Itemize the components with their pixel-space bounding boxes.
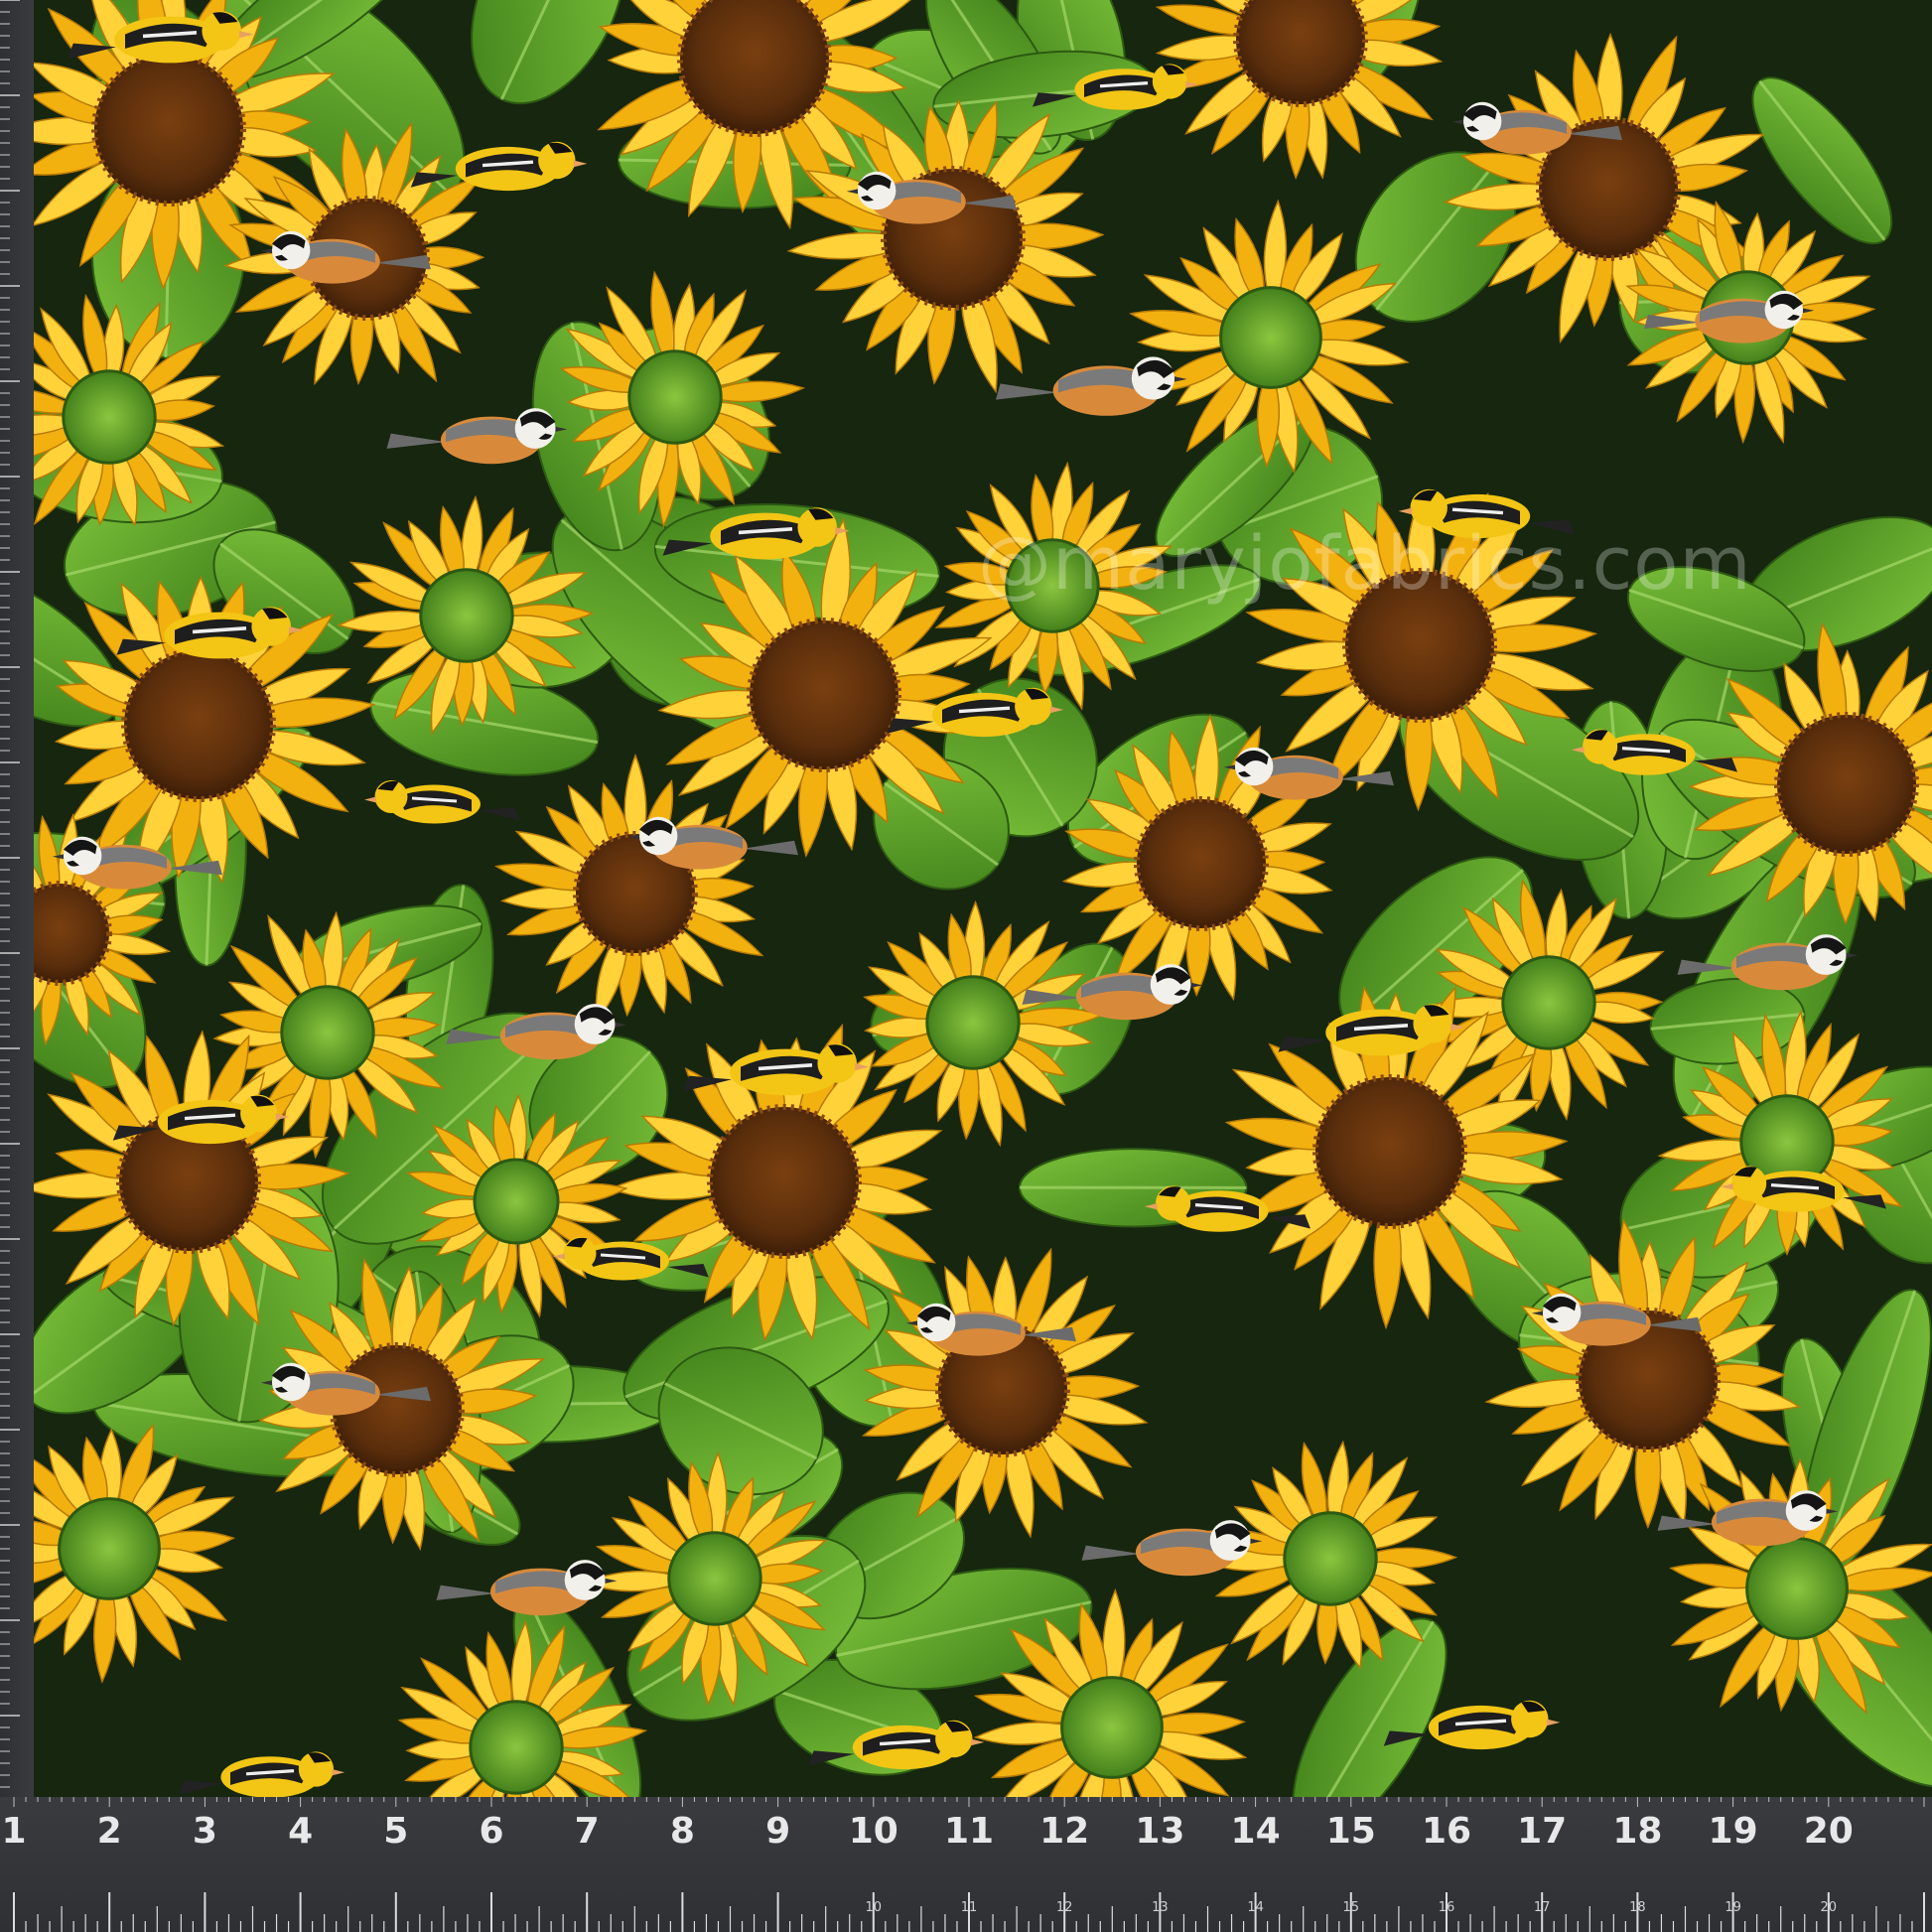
sunflower <box>493 753 764 1024</box>
ruler-sub-label: 11 <box>960 1900 978 1915</box>
ruler-label: 12 <box>1039 1811 1090 1852</box>
ruler-label: 18 <box>1612 1811 1663 1852</box>
ruler-label: 17 <box>1517 1811 1568 1852</box>
sunflower-back <box>863 899 1104 1148</box>
ruler-label: 5 <box>383 1811 409 1852</box>
ruler-sub-label: 19 <box>1725 1900 1741 1915</box>
ruler-label: 14 <box>1230 1811 1281 1852</box>
ruler-label: 9 <box>765 1811 791 1852</box>
ruler-label: 6 <box>479 1811 504 1852</box>
sunflower <box>1155 0 1444 181</box>
ruler-label: 20 <box>1803 1811 1854 1852</box>
ruler-label: 4 <box>288 1811 314 1852</box>
ruler-label: 8 <box>669 1811 695 1852</box>
sunflower-back <box>397 1619 648 1797</box>
ruler-sub-label: 14 <box>1247 1900 1264 1915</box>
ruler-label: 11 <box>943 1811 995 1852</box>
chickadee <box>996 356 1187 416</box>
ruler-sub-label: 18 <box>1629 1900 1646 1915</box>
ruler-label: 3 <box>192 1811 217 1852</box>
chickadee <box>436 1560 618 1616</box>
ruler-sub-label: 17 <box>1533 1900 1551 1915</box>
ruler-sub-label: 15 <box>1342 1900 1360 1915</box>
ruler-sub-label: 12 <box>1055 1900 1073 1915</box>
ruler-label: 19 <box>1708 1811 1758 1852</box>
goldfinch <box>364 780 520 824</box>
sunflower-fabric: @maryjofabrics.com <box>0 0 1932 1797</box>
ruler-sub-label: 20 <box>1820 1900 1838 1915</box>
ruler-label: 15 <box>1325 1811 1376 1852</box>
ruler-label: 16 <box>1421 1811 1472 1852</box>
photo-stage: @maryjofabrics.com 1 2 3 4 5 6 7 8 9 10 11 12 13 14 15… <box>0 0 1932 1932</box>
ruler-label: 1 <box>1 1811 27 1852</box>
fabric-print-illustration <box>0 0 1932 1797</box>
ruler-label: 10 <box>848 1811 898 1852</box>
ruler-sub-label: 13 <box>1152 1900 1169 1915</box>
ruler-label: 13 <box>1135 1811 1185 1852</box>
ruler-sub-label: 10 <box>865 1900 883 1915</box>
cutting-mat-ruler: 1 2 3 4 5 6 7 8 9 10 11 12 13 14 15 16 17 18 19 20 10 11 12 13 1… <box>0 1797 1932 1932</box>
goldfinch <box>179 1751 345 1797</box>
cutting-mat-left-edge <box>0 0 34 1797</box>
ruler-label: 2 <box>96 1811 122 1852</box>
left-ruler-ticks <box>0 0 20 1788</box>
ruler-sub-label: 16 <box>1438 1900 1455 1915</box>
ruler-label: 7 <box>574 1811 600 1852</box>
